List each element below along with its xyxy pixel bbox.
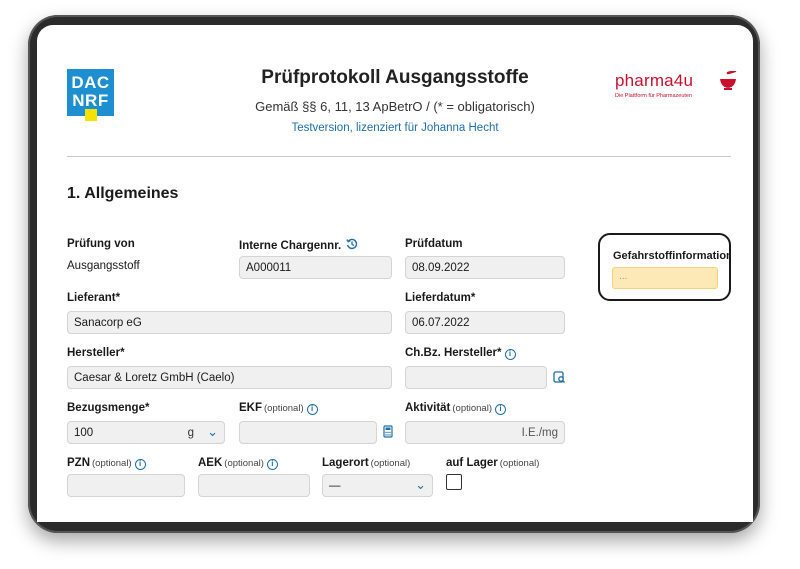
- pruefdatum-label: Prüfdatum: [405, 238, 463, 250]
- lagerort-value: —: [329, 480, 341, 492]
- aktivitaet-optional: (optional): [452, 403, 492, 414]
- lieferant-label-text: Lieferant: [67, 292, 116, 304]
- aktivitaet-label: Aktivität (optional) i: [405, 402, 506, 415]
- aktivitaet-field[interactable]: I.E./mg: [405, 421, 565, 444]
- chbz-hersteller-field[interactable]: [405, 366, 547, 389]
- pruefung-von-value: Ausgangsstoff: [67, 260, 140, 272]
- chevron-down-icon[interactable]: ⌄: [207, 424, 218, 440]
- pzn-label-text: PZN: [67, 457, 90, 469]
- pzn-optional: (optional): [92, 458, 132, 469]
- aek-label: AEK (optional) i: [198, 457, 278, 470]
- ekf-label: EKF (optional) i: [239, 402, 318, 415]
- pruefdatum-field[interactable]: 08.09.2022: [405, 256, 565, 279]
- ekf-optional: (optional): [264, 403, 304, 414]
- section-title: 1. Allgemeines: [67, 185, 179, 202]
- gefahrstoff-field[interactable]: ...: [612, 267, 718, 289]
- info-icon[interactable]: i: [134, 459, 146, 470]
- chbz-hersteller-label: Ch.Bz. Hersteller* i: [405, 347, 516, 360]
- screen: DAC NRF Prüfprotokoll Ausgangsstoffe Gem…: [37, 25, 753, 522]
- aek-field[interactable]: [198, 474, 310, 497]
- auf-lager-checkbox[interactable]: [446, 474, 462, 490]
- pharma4u-tagline: Die Plattform für Pharmazeuten: [615, 93, 693, 99]
- lieferant-field[interactable]: Sanacorp eG: [67, 311, 392, 334]
- aek-optional: (optional): [224, 458, 264, 469]
- chevron-down-icon[interactable]: ⌄: [415, 477, 426, 493]
- gefahrstoff-panel: Gefahrstoffinformation ...: [598, 233, 731, 301]
- aek-label-text: AEK: [198, 457, 223, 469]
- lagerort-select[interactable]: — ⌄: [322, 474, 433, 497]
- pzn-label: PZN (optional) i: [67, 457, 146, 470]
- bezugsmenge-field[interactable]: 100 g ⌄: [67, 421, 225, 444]
- info-icon[interactable]: i: [306, 404, 318, 415]
- hersteller-label: Hersteller*: [67, 347, 125, 359]
- hersteller-label-text: Hersteller: [67, 347, 121, 359]
- history-icon[interactable]: [346, 238, 358, 250]
- info-icon[interactable]: i: [266, 459, 278, 470]
- lieferdatum-field[interactable]: 06.07.2022: [405, 311, 565, 334]
- lieferdatum-required-mark: *: [470, 292, 476, 304]
- chargennr-field[interactable]: A000011: [239, 256, 392, 279]
- ekf-label-text: EKF: [239, 402, 262, 414]
- lagerort-label: Lagerort (optional): [322, 457, 410, 469]
- gefahrstoff-label: Gefahrstoffinformation: [613, 250, 731, 262]
- pzn-field[interactable]: [67, 474, 185, 497]
- ekf-field[interactable]: [239, 421, 377, 444]
- pharma4u-wordmark: pharma4u: [615, 71, 694, 90]
- calculator-icon[interactable]: [383, 425, 393, 438]
- chargennr-label: Interne Chargennr.: [239, 238, 358, 252]
- chbz-hersteller-required-mark: *: [497, 347, 502, 359]
- info-icon[interactable]: i: [494, 404, 506, 415]
- header-divider: [67, 156, 731, 157]
- chbz-hersteller-label-text: Ch.Bz. Hersteller: [405, 347, 498, 359]
- lagerort-optional: (optional): [370, 458, 411, 469]
- chargennr-label-text: Interne Chargennr.: [239, 240, 342, 252]
- info-icon[interactable]: i: [504, 349, 516, 360]
- license-note: Testversion, lizenziert für Johanna Hech…: [291, 122, 499, 134]
- hersteller-required-mark: *: [120, 347, 125, 359]
- auf-lager-label: auf Lager (optional): [446, 457, 539, 469]
- mortar-icon: [720, 71, 737, 90]
- lagerort-label-text: Lagerort: [322, 457, 369, 469]
- bezugsmenge-unit: g: [187, 427, 194, 439]
- lieferant-label: Lieferant*: [67, 292, 120, 304]
- lieferant-required-mark: *: [115, 292, 121, 304]
- bezugsmenge-label-text: Bezugsmenge: [67, 402, 145, 414]
- search-batch-icon[interactable]: [552, 370, 566, 384]
- bezugsmenge-value: 100: [74, 427, 94, 439]
- auf-lager-label-text: auf Lager: [446, 457, 498, 469]
- hersteller-field[interactable]: Caesar & Loretz GmbH (Caelo): [67, 366, 392, 389]
- aktivitaet-label-text: Aktivität: [405, 402, 451, 414]
- pharma4u-logo: pharma4u Die Plattform für Pharmazeuten: [615, 71, 737, 101]
- bezugsmenge-required-mark: *: [144, 402, 150, 414]
- bezugsmenge-label: Bezugsmenge*: [67, 402, 149, 414]
- lieferdatum-label: Lieferdatum*: [405, 292, 475, 304]
- lieferdatum-label-text: Lieferdatum: [405, 292, 471, 304]
- auf-lager-optional: (optional): [499, 458, 540, 469]
- pruefung-von-label: Prüfung von: [67, 238, 135, 250]
- page-subtitle: Gemäß §§ 6, 11, 13 ApBetrO / (* = obliga…: [255, 99, 535, 114]
